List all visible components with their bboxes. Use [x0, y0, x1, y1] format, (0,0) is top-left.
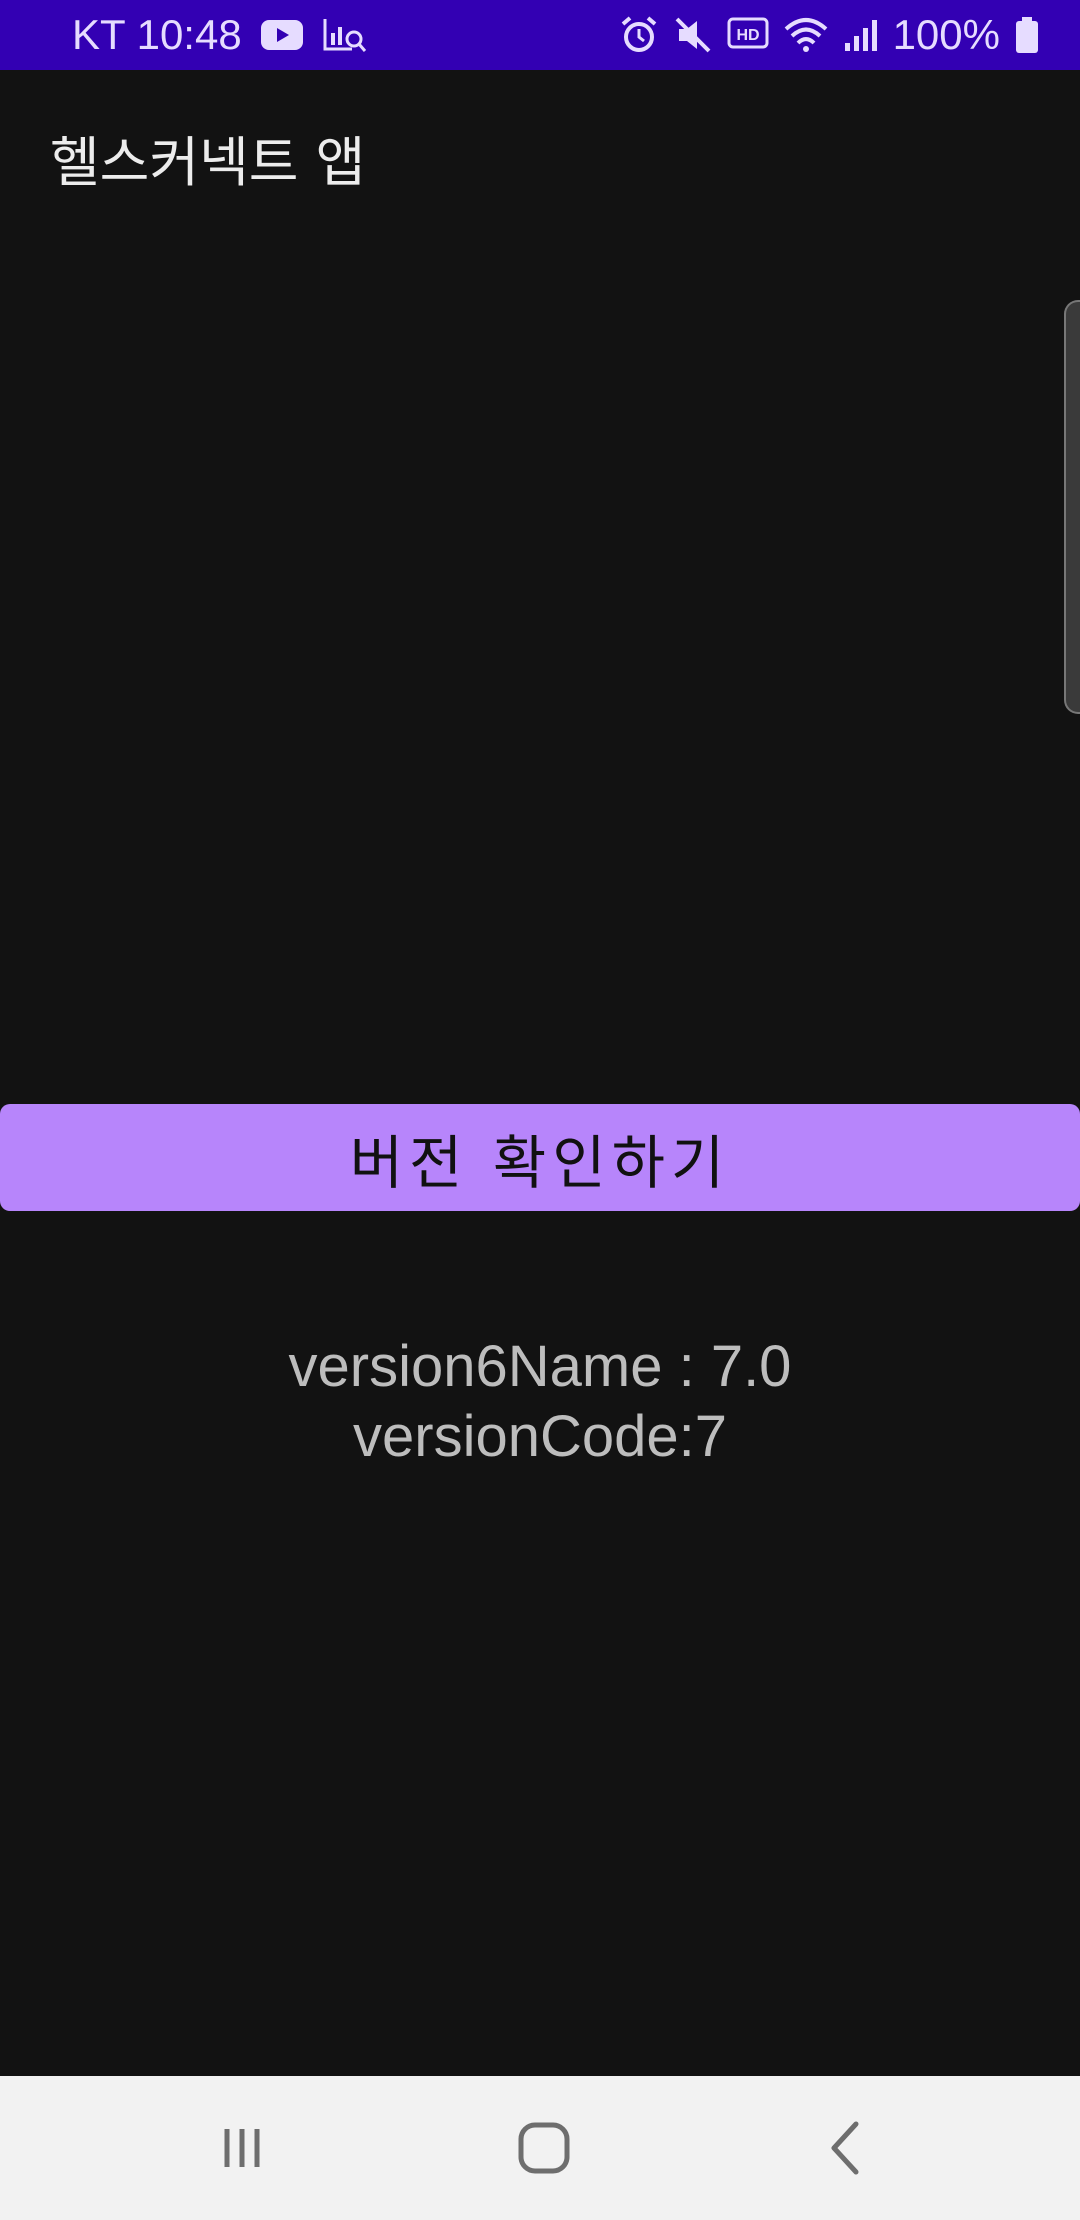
battery-percent: 100% — [892, 11, 1000, 58]
navigation-bar — [0, 2076, 1080, 2220]
version-info: version6Name : 7.0 versionCode:7 — [0, 1332, 1080, 1472]
back-icon — [831, 2121, 859, 2175]
hd-icon: HD — [727, 17, 769, 53]
analytics-icon — [322, 15, 368, 55]
mute-icon — [673, 15, 713, 55]
signal-icon — [843, 17, 879, 53]
status-right: HD 100% — [619, 0, 1040, 70]
svg-text:HD: HD — [736, 27, 759, 44]
back-button[interactable] — [766, 2076, 926, 2220]
check-version-button[interactable]: 버전 확인하기 — [0, 1104, 1080, 1211]
recents-button[interactable] — [162, 2076, 322, 2220]
carrier-time: KT 10:48 — [72, 11, 242, 58]
app-title: 헬스커넥트 앱 — [50, 131, 366, 194]
edge-panel-handle[interactable] — [1064, 300, 1080, 714]
status-bar: KT 10:48 HD 100% — [0, 0, 1080, 70]
alarm-icon — [619, 15, 659, 55]
recents-icon — [224, 2129, 260, 2167]
version-code-text: versionCode:7 — [353, 1404, 727, 1469]
home-icon — [518, 2122, 570, 2174]
home-button[interactable] — [464, 2076, 624, 2220]
version-name-text: version6Name : 7.0 — [288, 1334, 792, 1399]
battery-icon — [1014, 15, 1040, 55]
status-left: KT 10:48 — [72, 0, 368, 70]
youtube-icon — [260, 18, 304, 52]
wifi-icon — [783, 15, 829, 55]
